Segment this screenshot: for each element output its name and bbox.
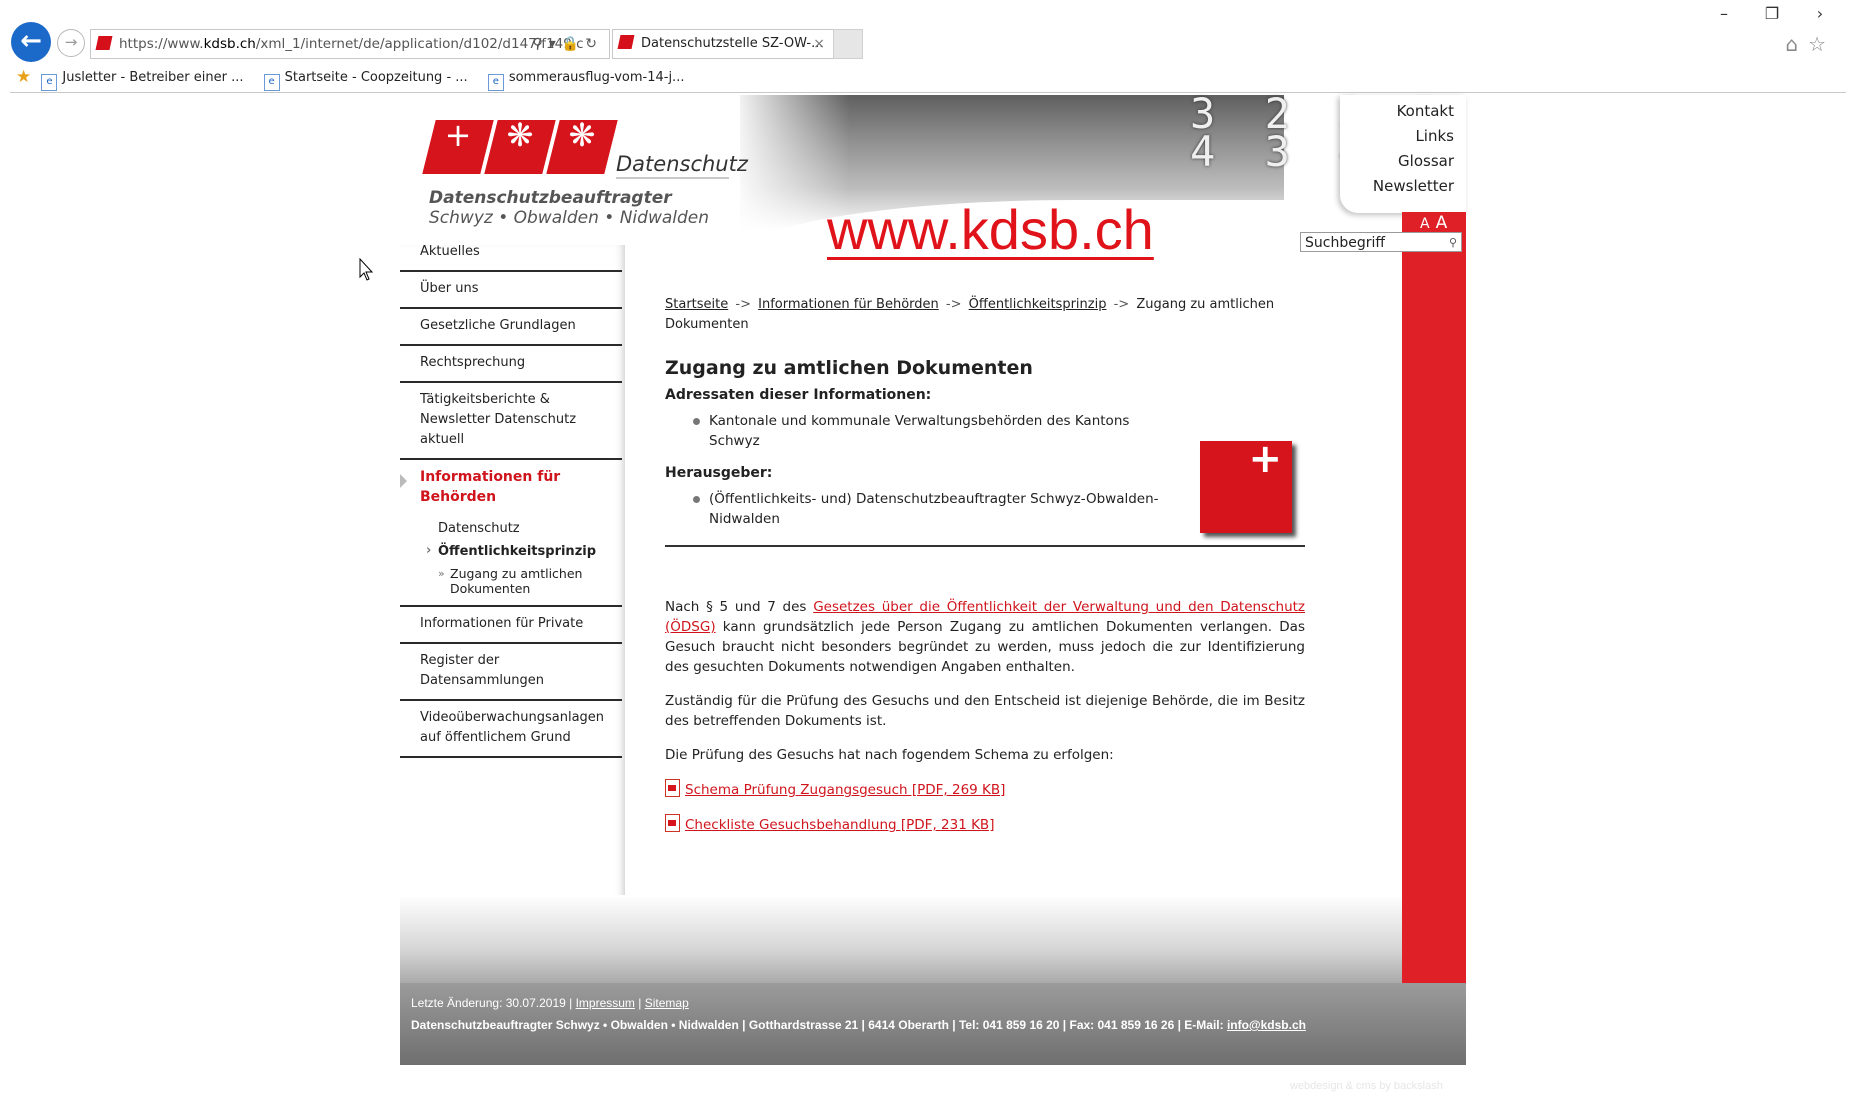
favorite-item[interactable]: e Startseite - Coopzeitung - ... — [263, 63, 468, 93]
back-arrow-icon[interactable]: ← — [11, 22, 51, 62]
site-logo[interactable]: + ❋ ❋ Datenschutz — [422, 116, 748, 182]
address-bar-icons[interactable]: ⚲▾🔒↻ — [533, 30, 603, 58]
home-icon[interactable]: ⌂ — [1785, 32, 1808, 56]
overlay-site-url: www.kdsb.ch — [827, 198, 1154, 261]
breadcrumb: Startseite -> Informationen für Behörden… — [665, 297, 1275, 332]
list-item: Kantonale und kommunale Verwaltungsbehör… — [693, 411, 1169, 451]
main-navigation: Aktuelles Über uns Gesetzliche Grundlage… — [400, 235, 622, 758]
favorites-star-icon[interactable]: ☆ — [1808, 32, 1836, 56]
paragraph-schema: Die Prüfung des Gesuchs hat nach fogende… — [665, 747, 1114, 763]
breadcrumb-informationen-behoerden[interactable]: Informationen für Behörden — [758, 297, 939, 312]
browser-tab[interactable]: Datenschutzstelle SZ-OW-... × — [612, 29, 834, 59]
breadcrumb-oeffentlichkeitsprinzip[interactable]: Öffentlichkeitsprinzip — [969, 297, 1107, 312]
footer: Letzte Änderung: 30.07.2019 | Impressum … — [400, 983, 1466, 1065]
webdesign-credit[interactable]: webdesign & cms by backslash — [1290, 1080, 1443, 1092]
subnav-item-zugang-dokumente[interactable]: Zugang zu amtlichen Dokumenten — [400, 563, 622, 599]
favorite-item[interactable]: e Jusletter - Betreiber einer ... — [41, 63, 243, 93]
addressees-label: Adressaten dieser Informationen: — [665, 387, 932, 403]
link-newsletter[interactable]: Newsletter — [1340, 174, 1466, 199]
favorite-item[interactable]: e sommerausflug-vom-14-j... — [487, 63, 684, 93]
minimize-icon[interactable]: – — [1700, 4, 1748, 23]
favorites-bar: ★ e Jusletter - Betreiber einer ... e Star… — [10, 62, 1846, 93]
sub-navigation: Datenschutz Öffentlichkeitsprinzip Zugan… — [400, 515, 622, 607]
url-host: kdsb.ch — [203, 36, 256, 52]
schwyz-flag-icon: + — [422, 116, 494, 174]
right-red-bar — [1402, 212, 1466, 1065]
nav-item-rechtsprechung[interactable]: Rechtsprechung — [400, 346, 622, 383]
browser-toolbar-icons: ⌂☆ — [1785, 32, 1836, 56]
subnav-item-oeffentlichkeitsprinzip[interactable]: Öffentlichkeitsprinzip — [400, 540, 622, 563]
address-bar[interactable]: https://www.kdsb.ch/xml_1/internet/de/ap… — [90, 29, 610, 59]
email-link[interactable]: info@kdsb.ch — [1227, 1018, 1306, 1032]
paragraph-responsibility: Zuständig für die Prüfung des Gesuchs un… — [665, 693, 1305, 729]
nav-item-register[interactable]: Register der Datensammlungen — [400, 644, 622, 701]
more-icon[interactable]: › — [1796, 4, 1844, 23]
nav-item-videoueberwachung[interactable]: Videoüberwachungsanlagen auf öffentliche… — [400, 701, 622, 758]
footer-wave — [400, 895, 1402, 985]
nav-item-informationen-behoerden[interactable]: Informationen für Behörden — [400, 460, 622, 515]
link-links[interactable]: Links — [1340, 124, 1466, 149]
download-item: Checkliste Gesuchsbehandlung [PDF, 231 K… — [665, 814, 1305, 835]
logo-text: Datenschutz — [616, 152, 748, 176]
window-controls: – ❐ › — [1700, 4, 1844, 23]
footer-meta: Letzte Änderung: 30.07.2019 | Impressum … — [411, 996, 689, 1010]
sitemap-link[interactable]: Sitemap — [645, 996, 689, 1010]
tab-favicon-icon — [617, 35, 635, 49]
pdf-icon — [665, 814, 680, 832]
nav-item-ueber-uns[interactable]: Über uns — [400, 272, 622, 309]
nidwalden-flag-icon: ❋ — [546, 116, 618, 174]
ie-page-icon: e — [263, 74, 280, 91]
restore-icon[interactable]: ❐ — [1748, 4, 1796, 23]
favorites-star-icon[interactable]: ★ — [16, 62, 31, 92]
ie-page-icon: e — [41, 74, 58, 91]
forward-arrow-icon[interactable]: → — [57, 29, 85, 57]
ie-page-icon: e — [487, 74, 504, 91]
new-tab-button[interactable] — [833, 29, 863, 59]
nav-item-taetigkeitsberichte[interactable]: Tätigkeitsberichte & Newsletter Datensch… — [400, 383, 622, 460]
web-page: 3 2 3 5 4 3 4 6 + ❋ ❋ Datenschutz Datens… — [400, 93, 1466, 1092]
download-item: Schema Prüfung Zugangsgesuch [PDF, 269 K… — [665, 779, 1305, 800]
search-placeholder: Suchbegriff — [1305, 235, 1386, 251]
list-item: (Öffentlichkeits- und) Datenschutzbeauft… — [693, 489, 1169, 529]
pdf-icon — [665, 779, 680, 797]
link-kontakt[interactable]: Kontakt — [1340, 99, 1466, 124]
nav-item-informationen-private[interactable]: Informationen für Private — [400, 607, 622, 644]
last-change: Letzte Änderung: 30.07.2019 | — [411, 996, 576, 1010]
impressum-link[interactable]: Impressum — [576, 996, 635, 1010]
site-subtitle-title: Datenschutzbeauftragter — [429, 188, 672, 208]
font-smaller-button[interactable]: A — [1420, 216, 1430, 232]
download-checkliste-link[interactable]: Checkliste Gesuchsbehandlung [PDF, 231 K… — [685, 817, 994, 833]
nav-item-gesetzliche-grundlagen[interactable]: Gesetzliche Grundlagen — [400, 309, 622, 346]
swiss-cross-icon: + — [1200, 439, 1292, 533]
search-input[interactable]: Suchbegriff ⚲ — [1300, 232, 1462, 252]
logo-underline — [616, 177, 729, 179]
download-schema-link[interactable]: Schema Prüfung Zugangsgesuch [PDF, 269 K… — [685, 782, 1005, 798]
site-favicon-icon — [95, 36, 113, 50]
page-title: Zugang zu amtlichen Dokumenten — [665, 357, 1033, 379]
paragraph-legal-basis: Nach § 5 und 7 des Gesetzes über die Öff… — [665, 599, 1305, 675]
site-subtitle-cantons: Schwyz • Obwalden • Nidwalden — [429, 208, 710, 228]
search-icon[interactable]: ⚲ — [1449, 233, 1457, 253]
divider — [665, 545, 1305, 547]
browser-chrome: ← → https://www.kdsb.ch/xml_1/internet/d… — [0, 0, 1850, 95]
breadcrumb-startseite[interactable]: Startseite — [665, 297, 728, 312]
tab-close-icon[interactable]: × — [813, 30, 825, 58]
subnav-item-datenschutz[interactable]: Datenschutz — [400, 517, 622, 540]
footer-address: Datenschutzbeauftragter Schwyz • Obwalde… — [411, 1018, 1306, 1032]
nav-item-aktuelles[interactable]: Aktuelles — [400, 235, 622, 272]
font-larger-button[interactable]: A — [1436, 213, 1448, 233]
utility-links: Kontakt Links Glossar Newsletter — [1340, 95, 1466, 213]
tab-title: Datenschutzstelle SZ-OW-... — [641, 36, 824, 51]
obwalden-flag-icon: ❋ — [484, 116, 556, 174]
main-content: Startseite -> Informationen für Behörden… — [665, 295, 1305, 931]
link-glossar[interactable]: Glossar — [1340, 149, 1466, 174]
